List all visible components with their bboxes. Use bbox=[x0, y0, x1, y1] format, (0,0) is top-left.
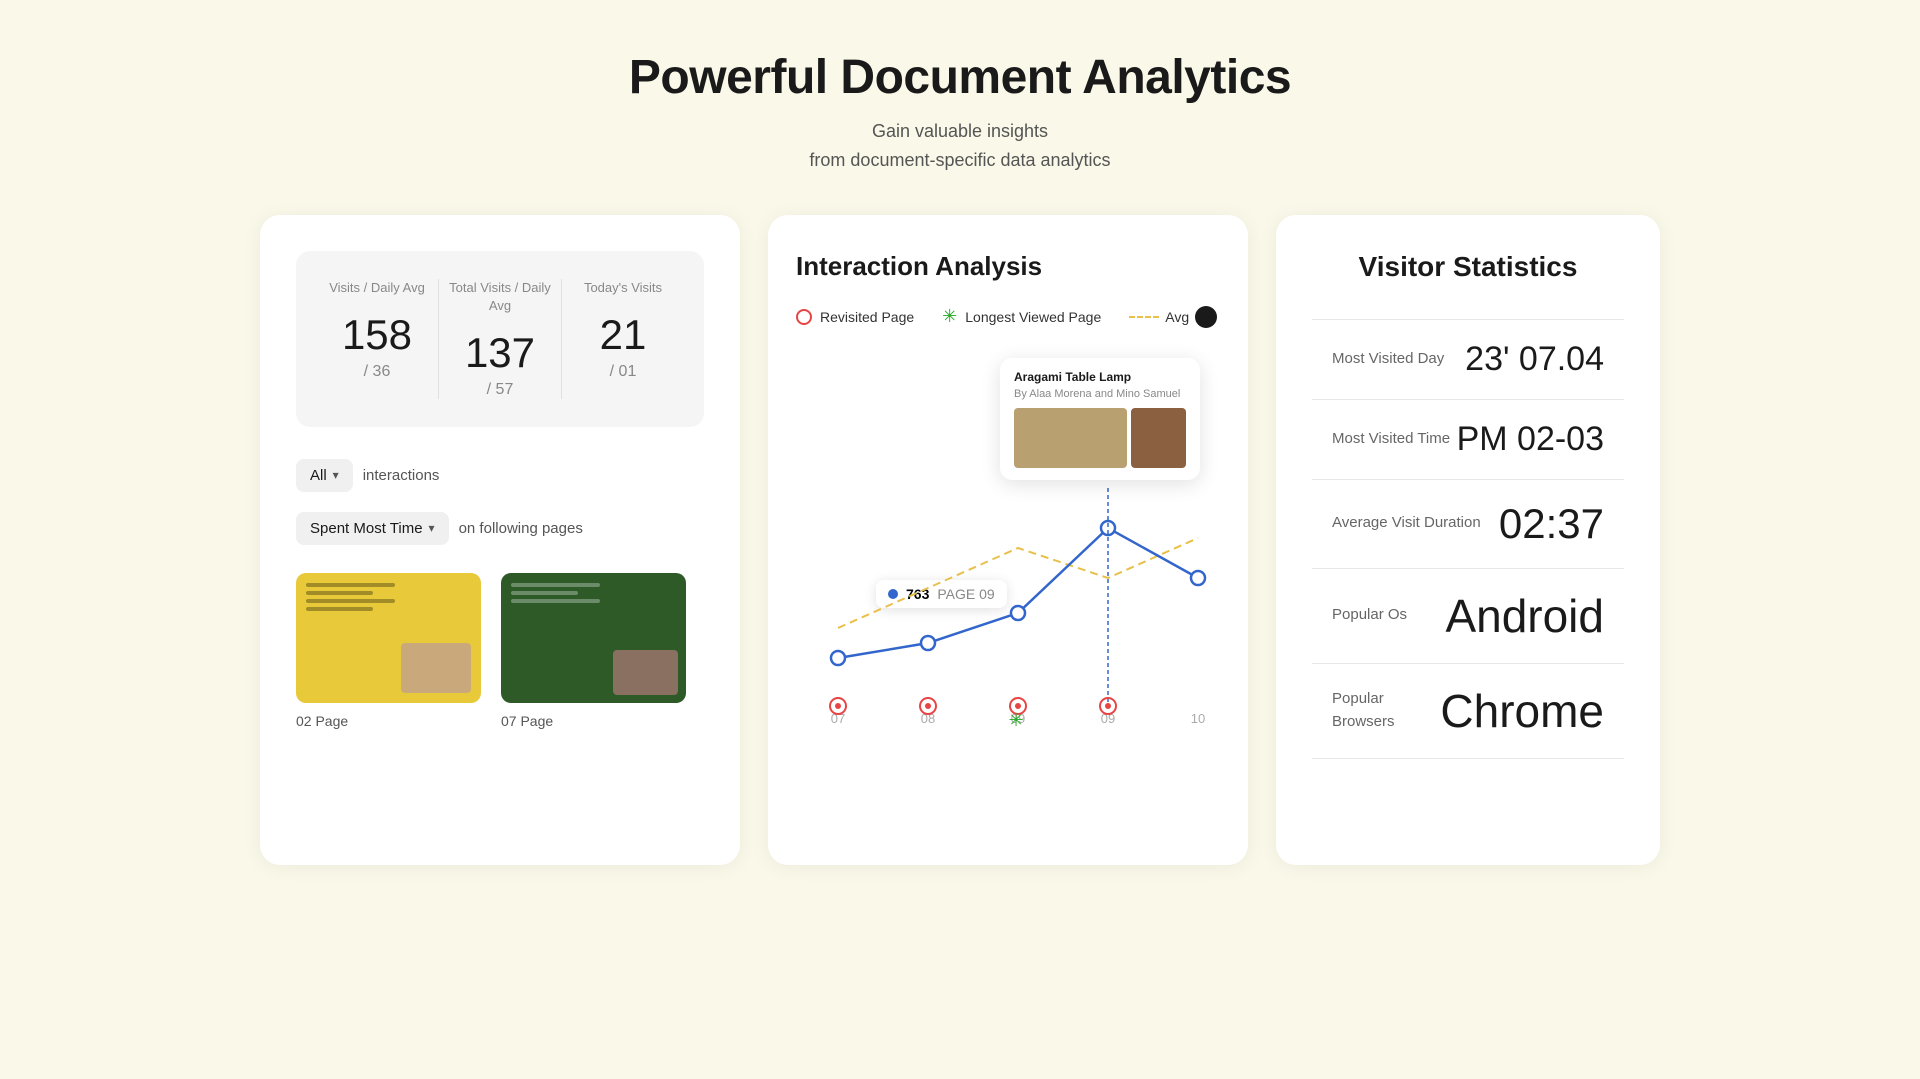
page-thumb-1[interactable]: 02 Page bbox=[296, 573, 481, 729]
chart-legend: Revisited Page ✳ Longest Viewed Page Avg bbox=[796, 306, 1220, 328]
legend-revisit: Revisited Page bbox=[796, 309, 914, 325]
page-label-1: 02 Page bbox=[296, 713, 481, 729]
stat-value-visits: 158 bbox=[326, 311, 428, 359]
stat-label-today: Today's Visits bbox=[572, 279, 674, 297]
stat-value-today: 21 bbox=[572, 311, 674, 359]
filter-row-2: Spent Most Time ▾ on following pages bbox=[296, 512, 704, 545]
visitor-stat-label-2: Average Visit Duration bbox=[1332, 512, 1481, 535]
legend-avg-label: Avg bbox=[1165, 309, 1189, 325]
visitor-stat-value-4: Chrome bbox=[1440, 684, 1604, 738]
legend-revisit-label: Revisited Page bbox=[820, 309, 914, 325]
header-subtitle: Gain valuable insights from document-spe… bbox=[629, 117, 1291, 175]
stat-col-today: Today's Visits 21 / 01 bbox=[562, 279, 684, 399]
visitor-stat-row-4: Popular BrowsersChrome bbox=[1312, 664, 1624, 759]
legend-longest-label: Longest Viewed Page bbox=[965, 309, 1101, 325]
revisit-icon bbox=[796, 309, 812, 325]
stat-value-total: 137 bbox=[449, 329, 551, 377]
chevron-down-icon: ▾ bbox=[333, 468, 339, 482]
popup-title: Aragami Table Lamp bbox=[1014, 370, 1186, 384]
visitor-stat-value-0: 23' 07.04 bbox=[1465, 340, 1604, 379]
thumb-image-2 bbox=[501, 573, 686, 703]
visitor-stat-label-1: Most Visited Time bbox=[1332, 428, 1450, 451]
pages-row: 02 Page 07 Page bbox=[296, 573, 704, 729]
legend-longest: ✳ Longest Viewed Page bbox=[942, 306, 1101, 327]
right-card: Visitor Statistics Most Visited Day 23' 0… bbox=[1276, 215, 1660, 865]
filter-interactions-label: interactions bbox=[363, 467, 440, 484]
chart-area: Aragami Table Lamp By Alaa Morena and Mi… bbox=[796, 348, 1220, 728]
avg-dot-icon bbox=[1195, 306, 1217, 328]
filter-pages-label: on following pages bbox=[459, 520, 583, 537]
thumb-green-bg bbox=[501, 573, 686, 703]
visitor-stat-value-2: 02:37 bbox=[1499, 500, 1604, 548]
chart-popup: Aragami Table Lamp By Alaa Morena and Mi… bbox=[1000, 358, 1200, 480]
visitor-stat-row-1: Most Visited Time PM 02-03 bbox=[1312, 400, 1624, 480]
page-label-2: 07 Page bbox=[501, 713, 686, 729]
cards-row: Visits / Daily Avg 158 / 36 Total Visits… bbox=[240, 215, 1680, 865]
svg-text:10: 10 bbox=[1191, 711, 1205, 726]
popup-sub: By Alaa Morena and Mino Samuel bbox=[1014, 388, 1186, 400]
filter-row-1: All ▾ interactions bbox=[296, 459, 704, 492]
stat-sub-today: / 01 bbox=[572, 363, 674, 381]
visitor-stats-list: Most Visited Day 23' 07.04 Most Visited Ti… bbox=[1312, 319, 1624, 759]
stats-box: Visits / Daily Avg 158 / 36 Total Visits… bbox=[296, 251, 704, 427]
stat-label-total: Total Visits / Daily Avg bbox=[449, 279, 551, 315]
stat-label-visits: Visits / Daily Avg bbox=[326, 279, 428, 297]
page-title: Powerful Document Analytics bbox=[629, 50, 1291, 105]
stat-col-total: Total Visits / Daily Avg 137 / 57 bbox=[439, 279, 562, 399]
visitor-stat-row-3: Popular Os Android bbox=[1312, 569, 1624, 664]
filter-all-dropdown[interactable]: All ▾ bbox=[296, 459, 353, 492]
thumb-photo-decoration bbox=[401, 643, 471, 693]
popup-image-left bbox=[1014, 408, 1127, 468]
thumb-yellow-bg bbox=[296, 573, 481, 703]
interaction-title: Interaction Analysis bbox=[796, 251, 1220, 282]
thumb-photo-green-decoration bbox=[613, 650, 678, 695]
page-wrapper: Powerful Document Analytics Gain valuabl… bbox=[0, 0, 1920, 1079]
popup-images bbox=[1014, 408, 1186, 468]
stat-col-visits: Visits / Daily Avg 158 / 36 bbox=[316, 279, 439, 399]
legend-avg: Avg bbox=[1129, 306, 1217, 328]
longest-icon: ✳ bbox=[942, 306, 957, 327]
visitor-stat-label-4: Popular Browsers bbox=[1332, 688, 1440, 733]
doc-decoration-2 bbox=[511, 583, 622, 607]
visitor-stat-value-3: Android bbox=[1445, 589, 1604, 643]
avg-dash-icon bbox=[1129, 316, 1159, 318]
left-card: Visits / Daily Avg 158 / 36 Total Visits… bbox=[260, 215, 740, 865]
visitor-stat-value-1: PM 02-03 bbox=[1457, 420, 1604, 459]
visitor-stat-row-2: Average Visit Duration 02:37 bbox=[1312, 480, 1624, 569]
svg-text:✳: ✳ bbox=[1008, 710, 1023, 728]
stat-sub-total: / 57 bbox=[449, 381, 551, 399]
middle-card: Interaction Analysis Revisited Page ✳ Lo… bbox=[768, 215, 1248, 865]
page-thumb-2[interactable]: 07 Page bbox=[501, 573, 686, 729]
doc-decoration bbox=[306, 583, 417, 615]
visitor-stat-label-0: Most Visited Day bbox=[1332, 348, 1444, 371]
stat-sub-visits: / 36 bbox=[326, 363, 428, 381]
popup-image-right bbox=[1131, 408, 1186, 468]
visitor-stat-label-3: Popular Os bbox=[1332, 604, 1407, 627]
visitor-title: Visitor Statistics bbox=[1312, 251, 1624, 283]
thumb-image-1 bbox=[296, 573, 481, 703]
header: Powerful Document Analytics Gain valuabl… bbox=[629, 0, 1291, 215]
visitor-stat-row-0: Most Visited Day 23' 07.04 bbox=[1312, 319, 1624, 400]
filter-spent-dropdown[interactable]: Spent Most Time ▾ bbox=[296, 512, 449, 545]
chevron-down-icon-2: ▾ bbox=[429, 521, 435, 535]
